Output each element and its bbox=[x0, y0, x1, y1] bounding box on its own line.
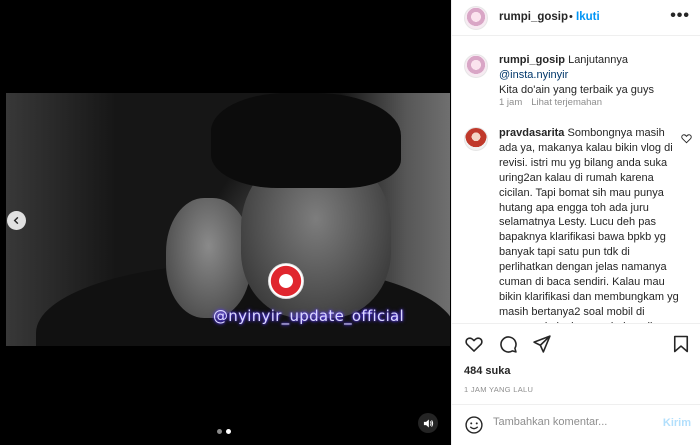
instagram-post-modal: @nyinyir_update_official rumpi_gosip • I… bbox=[0, 0, 700, 445]
slide-dot-active bbox=[226, 429, 231, 434]
emoji-smiley-icon[interactable] bbox=[464, 415, 484, 435]
bookmark-icon bbox=[673, 335, 689, 353]
caption-mention[interactable]: @insta.nyinyir bbox=[499, 69, 568, 81]
post-header: rumpi_gosip • Ikuti ••• bbox=[452, 0, 700, 36]
comment-bubble-icon[interactable] bbox=[498, 334, 518, 354]
post-actions: 484 suka 1 JAM YANG LALU Kirim bbox=[452, 323, 700, 445]
mute-button[interactable] bbox=[418, 413, 438, 433]
commenter-username[interactable]: pravdasarita bbox=[499, 127, 564, 139]
post-sidebar: rumpi_gosip • Ikuti ••• rumpi_gosip Lanj… bbox=[451, 0, 700, 445]
follow-button[interactable]: Ikuti bbox=[576, 11, 600, 23]
comments-list[interactable]: rumpi_gosip Lanjutannya @insta.nyinyir K… bbox=[452, 37, 700, 323]
video-person-hair bbox=[211, 93, 401, 188]
slide-dot bbox=[217, 429, 222, 434]
comment-composer: Kirim bbox=[452, 404, 700, 445]
share-paper-plane-icon[interactable] bbox=[532, 334, 552, 354]
slide-indicator bbox=[217, 429, 231, 434]
like-heart-icon[interactable] bbox=[464, 334, 484, 354]
video-watermark: @nyinyir_update_official bbox=[213, 307, 405, 325]
video-frame[interactable]: @nyinyir_update_official bbox=[6, 93, 450, 346]
save-bookmark-button[interactable] bbox=[671, 334, 691, 357]
likes-count[interactable]: 484 suka bbox=[464, 365, 510, 377]
caption-line-1: Lanjutannya bbox=[565, 54, 629, 66]
comment-text: pravdasarita Sombongnya masih ada ya, ma… bbox=[499, 126, 679, 323]
post-timestamp: 1 JAM YANG LALU bbox=[464, 385, 534, 394]
more-options-icon[interactable]: ••• bbox=[670, 7, 690, 25]
speaker-icon bbox=[423, 418, 433, 428]
author-avatar[interactable] bbox=[464, 6, 488, 30]
action-icons bbox=[464, 334, 552, 354]
comment-body: Sombongnya masih ada ya, makanya kalau b… bbox=[499, 127, 679, 323]
lips-sticker-icon bbox=[268, 263, 304, 299]
post-comment-button[interactable]: Kirim bbox=[663, 417, 691, 429]
comment-like-heart-icon[interactable] bbox=[681, 133, 692, 144]
caption-text: rumpi_gosip Lanjutannya @insta.nyinyir K… bbox=[499, 53, 689, 98]
commenter-avatar[interactable] bbox=[464, 127, 488, 151]
caption-username[interactable]: rumpi_gosip bbox=[499, 54, 565, 66]
video-hand bbox=[166, 198, 251, 318]
author-username[interactable]: rumpi_gosip bbox=[499, 11, 568, 23]
caption-meta: 1 jam Lihat terjemahan bbox=[499, 97, 602, 108]
header-separator: • bbox=[569, 11, 573, 23]
media-viewer: @nyinyir_update_official bbox=[0, 0, 451, 445]
caption-time: 1 jam bbox=[499, 97, 523, 108]
comment-input[interactable] bbox=[493, 416, 643, 428]
previous-slide-button[interactable] bbox=[7, 211, 26, 230]
caption-line-3: Kita do'ain yang terbaik ya guys bbox=[499, 84, 654, 96]
caption-avatar[interactable] bbox=[464, 54, 488, 78]
chevron-left-icon bbox=[13, 216, 19, 225]
see-translation-link[interactable]: Lihat terjemahan bbox=[531, 97, 602, 108]
